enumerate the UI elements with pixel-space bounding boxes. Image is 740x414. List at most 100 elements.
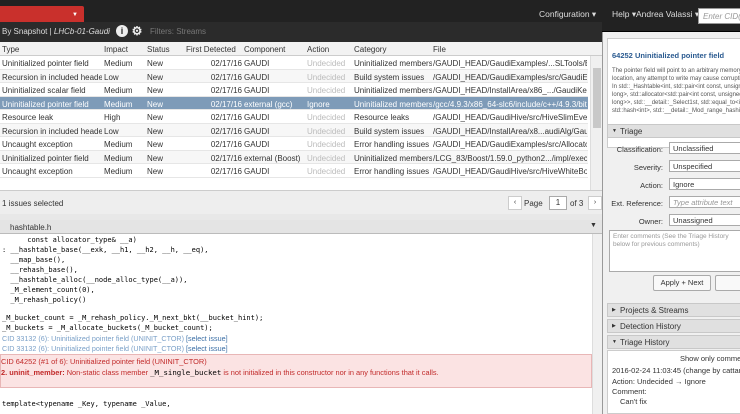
col-file[interactable]: File [433, 45, 446, 54]
cell-component: external (Boost) [244, 153, 301, 163]
action-select[interactable]: Ignore [669, 178, 740, 190]
code-line: __rehash_base(), [2, 266, 78, 274]
table-row[interactable]: Uncaught exception Medium New 02/17/16 GAUDI… [0, 137, 588, 151]
pager-bar: 1 issues selected ‹ Page 1 of 3 › [0, 190, 602, 214]
file-tab[interactable]: hashtable.h [10, 223, 51, 232]
caret-right-icon: ▶ [612, 323, 616, 329]
table-row[interactable]: Resource leak High New 02/17/16 GAUDI Undecid… [0, 110, 588, 124]
cell-status: New [147, 113, 164, 122]
history-comment-label: Comment: [612, 387, 647, 396]
event-code: _M_single_bucket [150, 368, 222, 377]
issue-description: The pointer field will point to an arbit… [612, 68, 740, 114]
snapshot-prefix: By Snapshot | [2, 27, 54, 36]
cell-impact: Medium [104, 86, 133, 95]
issue-title: 64252 Uninitialized pointer field [612, 51, 725, 60]
cell-category: Uninitialized members [354, 99, 432, 109]
caret-down-icon: ▼ [72, 12, 78, 18]
select-issue-link[interactable]: [select issue] [186, 344, 228, 353]
cell-action: Undecided [307, 126, 346, 136]
cell-type: Recursion in included headers [2, 126, 102, 136]
event-keyword: 2. uninit_member: [1, 368, 65, 377]
editor-tabbar: hashtable.h ▼ [0, 220, 602, 234]
snapshot-selector[interactable]: By Snapshot | LHCb-01-Gaudi [2, 27, 110, 36]
help-menu[interactable]: Help ▾ [612, 9, 636, 20]
apply-next-button[interactable]: Apply + Next [653, 275, 711, 291]
col-category[interactable]: Category [354, 45, 386, 54]
cell-file: /GAUDI_HEAD/GaudiExamples/src/GaudiExamp… [433, 72, 587, 82]
comments-textarea[interactable]: Enter comments (See the Triage History b… [609, 230, 740, 272]
cell-category: Resource leaks [354, 113, 410, 122]
annotation-link: CID 33132 (6): Uninitialized pointer fie… [2, 344, 228, 353]
cell-component: GAUDI [244, 140, 270, 149]
ext-reference-label: Ext. Reference: [611, 199, 663, 208]
issues-table: Type Impact Status First Detected Compon… [0, 42, 602, 190]
caret-down-icon[interactable]: ▼ [590, 222, 597, 229]
code-line: _M_buckets = _M_allocate_buckets(_M_buck… [2, 324, 213, 332]
info-icon[interactable]: i [116, 25, 128, 37]
classification-select[interactable]: Unclassified [669, 142, 740, 154]
cell-date: 02/17/16 [210, 153, 242, 163]
ext-reference-input[interactable]: Type attribute text [669, 196, 740, 208]
table-scrollbar[interactable] [590, 56, 602, 190]
cell-type: Uninitialized pointer field [2, 59, 89, 68]
triage-section-header[interactable]: ▼ Triage [607, 124, 740, 138]
table-row[interactable]: Uninitialized pointer field Medium New 02/1… [0, 56, 588, 70]
gear-icon[interactable]: ⚙ [131, 25, 143, 37]
cell-date: 02/17/16 [210, 59, 242, 68]
cell-status: New [147, 126, 164, 136]
cell-component: GAUDI [244, 113, 270, 122]
configuration-menu[interactable]: Configuration ▾ [539, 9, 596, 20]
code-line: template<typename _Key, typename _Value, [2, 400, 171, 408]
table-row[interactable]: Uninitialized pointer field Medium New 02/1… [0, 96, 588, 110]
cell-type: Recursion in included headers [2, 72, 102, 82]
table-row[interactable]: Recursion in included headers Low New 02/17… [0, 69, 588, 83]
table-row[interactable]: Recursion in included headers Low New 02/17… [0, 123, 588, 137]
col-first-detected[interactable]: First Detected [186, 45, 236, 54]
projects-streams-header[interactable]: ▶ Projects & Streams [607, 303, 740, 317]
cell-component: GAUDI [244, 59, 270, 68]
page-of-label: of 3 [570, 199, 584, 208]
cell-action: Undecided [307, 72, 346, 82]
owner-select[interactable]: Unassigned [669, 214, 740, 226]
col-status[interactable]: Status [147, 45, 170, 54]
cell-status: New [147, 86, 164, 95]
triage-history-header[interactable]: ▼ Triage History [607, 335, 740, 349]
select-issue-link[interactable]: [select issue] [186, 334, 228, 343]
caret-down-icon: ▼ [612, 339, 617, 345]
col-component[interactable]: Component [244, 45, 285, 54]
cell-status: New [147, 167, 164, 176]
issue-detail-panel: 64252 Uninitialized pointer field The po… [602, 32, 740, 414]
show-only-comments-toggle[interactable]: Show only comments [680, 354, 740, 363]
cell-impact: Low [104, 72, 119, 82]
projects-streams-label: Projects & Streams [620, 306, 689, 315]
cell-impact: High [104, 113, 121, 122]
code-line: : __hashtable_base(__exk, __h1, __h2, __… [2, 246, 209, 254]
severity-select[interactable]: Unspecified [669, 160, 740, 172]
triage-history-box: Show only comments 2016-02-24 11:03:45 (… [607, 350, 740, 414]
cell-impact: Low [104, 126, 119, 136]
page-input[interactable]: 1 [549, 196, 567, 210]
col-impact[interactable]: Impact [104, 45, 128, 54]
col-action[interactable]: Action [307, 45, 329, 54]
caret-right-icon: ▶ [612, 307, 616, 313]
table-row[interactable]: Uninitialized scalar field Medium New 02/17… [0, 83, 588, 97]
table-row[interactable]: Uncaught exception Medium New 02/17/16 GAUDI… [0, 164, 588, 178]
detection-history-label: Detection History [620, 322, 681, 331]
col-type[interactable]: Type [2, 45, 19, 54]
cid-search-input[interactable]: Enter CID(s) [698, 8, 740, 24]
cell-type: Uninitialized scalar field [2, 86, 86, 95]
history-comment: Can't fix [620, 397, 647, 406]
detection-history-header[interactable]: ▶ Detection History [607, 319, 740, 333]
cell-status: New [147, 59, 164, 68]
table-row[interactable]: Uninitialized pointer field Medium New 02/1… [0, 150, 588, 164]
apply-button[interactable] [715, 275, 740, 291]
next-page-icon[interactable]: › [588, 196, 602, 210]
cell-category: Build system issues [354, 72, 425, 82]
prev-page-icon[interactable]: ‹ [508, 196, 522, 210]
code-scrollbar[interactable] [592, 234, 602, 414]
cell-file: /GAUDI_HEAD/GaudiHive/src/HiveWhiteBoard… [433, 167, 587, 176]
event-message: 2. uninit_member: Non-static class membe… [1, 368, 439, 377]
scroll-thumb[interactable] [593, 68, 601, 128]
user-menu[interactable]: Andrea Valassi ▾ [636, 9, 699, 20]
cell-component: GAUDI [244, 126, 270, 136]
